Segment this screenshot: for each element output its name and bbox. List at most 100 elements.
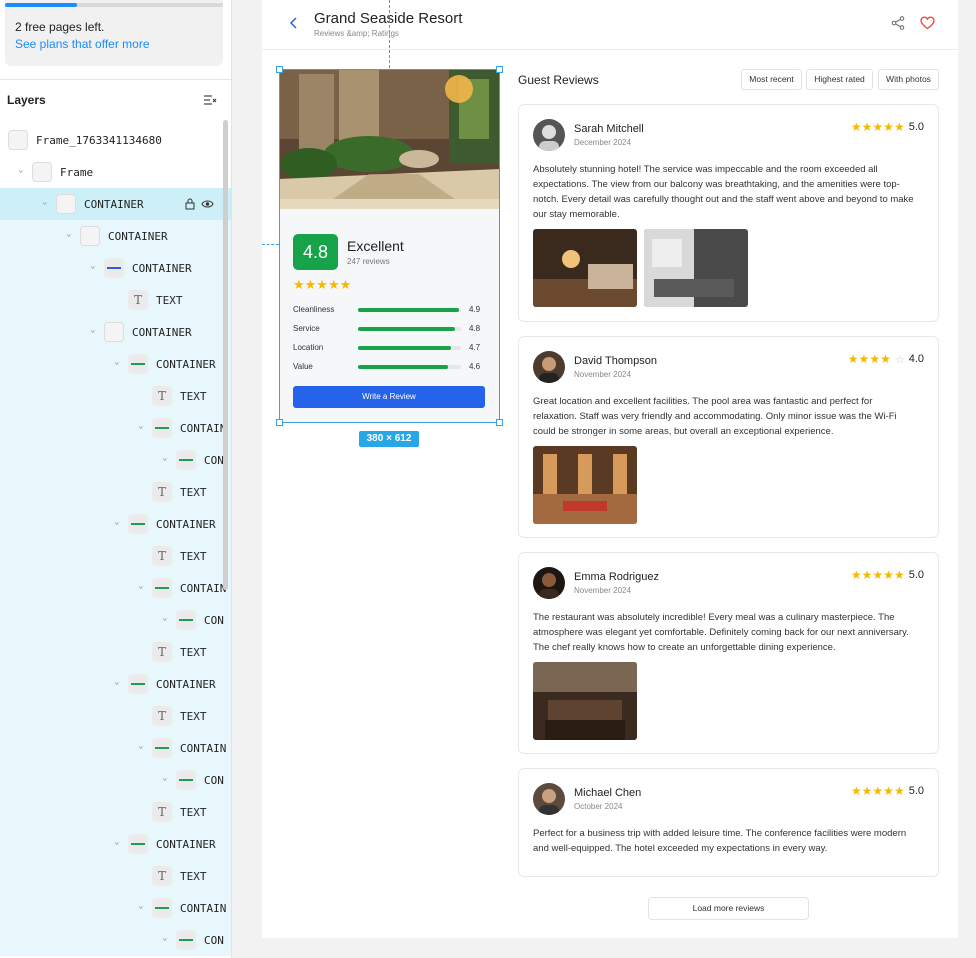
layer-row[interactable]: ⌄ CONTAINER (0, 316, 231, 348)
rating-stars: ★★★★ (847, 352, 891, 366)
container-layer-icon (128, 514, 148, 534)
layer-row[interactable]: ⌄ CONTAINER (0, 188, 231, 220)
metric-row: Cleanliness 4.9 (293, 304, 483, 316)
write-review-button[interactable]: Write a Review (293, 386, 485, 408)
layer-label: CONTAIN (180, 901, 227, 915)
load-more-button[interactable]: Load more reviews (648, 897, 809, 920)
layer-row[interactable]: ⌄ CON (0, 924, 231, 956)
review-photo[interactable] (533, 662, 637, 740)
metric-bar-fill (358, 327, 455, 331)
text-layer-icon: T (128, 290, 148, 310)
eye-icon[interactable] (201, 198, 214, 210)
review-count: 247 reviews (347, 257, 390, 266)
overall-score-badge: 4.8 (293, 234, 338, 270)
review-rating: ★★★★★ 5.0 (851, 784, 924, 798)
heart-icon[interactable] (920, 16, 935, 30)
layers-scrollbar[interactable] (223, 120, 228, 590)
share-icon[interactable] (891, 16, 905, 30)
see-plans-link[interactable]: See plans that offer more (15, 37, 150, 51)
chevron-down-icon[interactable]: ⌄ (138, 742, 146, 751)
layer-label: CONTAINER (156, 837, 216, 851)
chevron-down-icon[interactable]: ⌄ (114, 358, 122, 367)
layer-label: CONTAINER (156, 677, 216, 691)
layer-row[interactable]: ⌄ CONTAIN (0, 572, 231, 604)
rating-stars: ★★★★★ (850, 568, 905, 582)
layer-row[interactable]: T TEXT (0, 796, 231, 828)
resize-handle-top-right[interactable] (496, 66, 503, 73)
text-layer-icon: T (152, 866, 172, 886)
filter-highest-rated[interactable]: Highest rated (806, 69, 873, 90)
layer-row[interactable]: T TEXT (0, 380, 231, 412)
layer-row[interactable]: T TEXT (0, 860, 231, 892)
chevron-down-icon[interactable]: ⌄ (162, 774, 170, 783)
layer-row[interactable]: ⌄ CON (0, 604, 231, 636)
chevron-down-icon[interactable]: ⌄ (114, 838, 122, 847)
review-photo[interactable] (533, 229, 637, 307)
chevron-down-icon[interactable]: ⌄ (42, 198, 50, 207)
metric-name: Service (293, 324, 320, 333)
chevron-down-icon[interactable]: ⌄ (138, 422, 146, 431)
chevron-down-icon[interactable]: ⌄ (90, 326, 98, 335)
layer-row[interactable]: T TEXT (0, 636, 231, 668)
chevron-down-icon[interactable]: ⌄ (162, 614, 170, 623)
layer-label: TEXT (180, 485, 207, 499)
metric-row: Location 4.7 (293, 342, 483, 354)
container-layer-icon (176, 930, 196, 950)
resize-handle-bottom-left[interactable] (276, 419, 283, 426)
layer-row[interactable]: ⌄ CONTAINER (0, 508, 231, 540)
container-layer-icon (176, 770, 196, 790)
chevron-down-icon[interactable]: ⌄ (162, 934, 170, 943)
lock-icon[interactable] (185, 198, 195, 210)
container-layer-icon (152, 578, 172, 598)
filter-with-photos[interactable]: With photos (878, 69, 939, 90)
chevron-down-icon[interactable]: ⌄ (114, 518, 122, 527)
layer-row[interactable]: ⌄ CON (0, 444, 231, 476)
chevron-down-icon[interactable]: ⌄ (66, 230, 74, 239)
layer-label: TEXT (180, 645, 207, 659)
text-layer-icon: T (152, 482, 172, 502)
layer-row[interactable]: ⌄ CONTAINER (0, 220, 231, 252)
collapse-layers-icon[interactable] (203, 93, 217, 107)
reviews-title: Guest Reviews (518, 73, 599, 87)
layer-row[interactable]: ⌄ CONTAIN (0, 732, 231, 764)
frame-thumbnail-icon (8, 130, 28, 150)
rating-summary-card[interactable]: 4.8 Excellent 247 reviews ★★★★★ Cleanlin… (279, 69, 500, 423)
layer-row[interactable]: T TEXT (0, 284, 231, 316)
chevron-down-icon[interactable]: ⌄ (18, 166, 26, 175)
layer-row[interactable]: ⌄ CONTAINER (0, 348, 231, 380)
layer-row[interactable]: Frame_1763341134680 (0, 124, 231, 156)
chevron-down-icon[interactable]: ⌄ (138, 582, 146, 591)
layer-label: CONTAINER (156, 517, 216, 531)
layer-row[interactable]: ⌄ CONTAINER (0, 668, 231, 700)
avatar (533, 783, 565, 815)
plan-usage-bar (5, 3, 223, 7)
chevron-down-icon[interactable]: ⌄ (162, 454, 170, 463)
layer-row[interactable]: T TEXT (0, 540, 231, 572)
layer-row[interactable]: ⌄ Frame (0, 156, 231, 188)
layer-row[interactable]: T TEXT (0, 476, 231, 508)
metric-name: Value (293, 362, 313, 371)
summary-stars: ★★★★★ (293, 277, 352, 292)
chevron-left-icon[interactable] (288, 16, 300, 30)
filter-most-recent[interactable]: Most recent (741, 69, 802, 90)
rating-value: 4.0 (908, 353, 924, 365)
resize-handle-top-left[interactable] (276, 66, 283, 73)
layer-row[interactable]: ⌄ CONTAIN (0, 892, 231, 924)
chevron-down-icon[interactable]: ⌄ (114, 678, 122, 687)
layer-row[interactable]: ⌄ CONTAINER (0, 828, 231, 860)
avatar (533, 119, 565, 151)
review-photo[interactable] (644, 229, 748, 307)
layer-label: TEXT (156, 293, 183, 307)
metric-value: 4.8 (469, 324, 481, 333)
resize-handle-bottom-right[interactable] (496, 419, 503, 426)
rating-stars: ★★★★★ (850, 120, 905, 134)
container-layer-icon (176, 450, 196, 470)
reviewer-name: Sarah Mitchell (574, 123, 644, 135)
layer-row[interactable]: ⌄ CON (0, 764, 231, 796)
layer-row[interactable]: T TEXT (0, 700, 231, 732)
review-photo[interactable] (533, 446, 637, 524)
layer-row[interactable]: ⌄ CONTAIN (0, 412, 231, 444)
layer-row[interactable]: ⌄ CONTAINER (0, 252, 231, 284)
chevron-down-icon[interactable]: ⌄ (138, 902, 146, 911)
chevron-down-icon[interactable]: ⌄ (90, 262, 98, 271)
